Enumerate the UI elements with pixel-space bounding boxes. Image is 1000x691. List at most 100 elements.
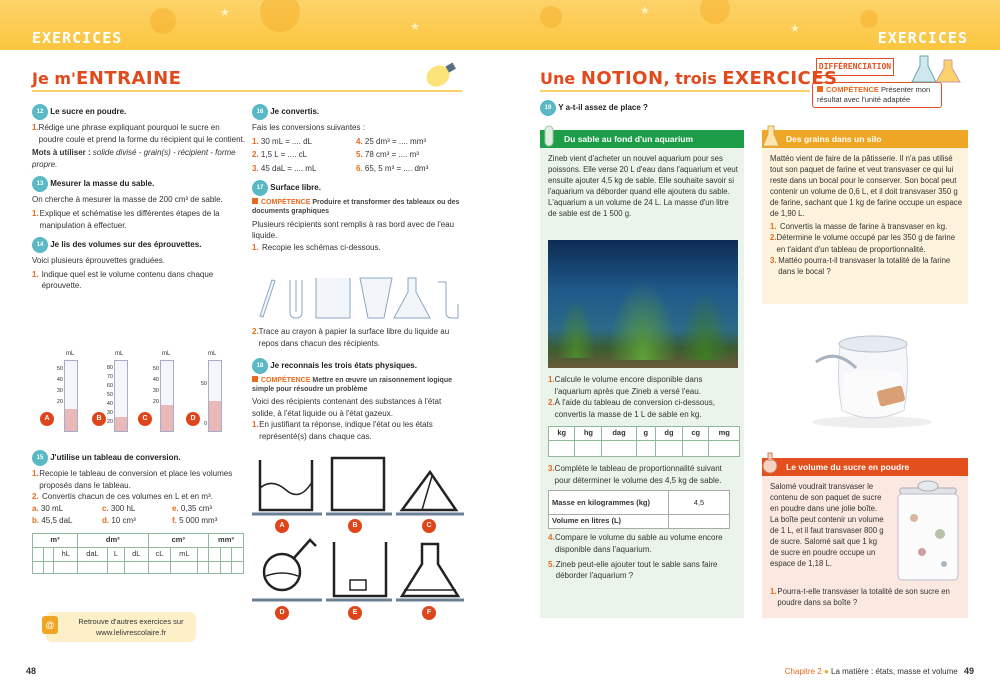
cylinder-a	[64, 360, 78, 432]
competence-label: COMPÉTENCE	[261, 199, 311, 207]
right-page-title: Une NOTION, trois EXERCICES	[540, 66, 838, 92]
exercise-title: Y a-t-il assez de place ?	[558, 103, 648, 113]
question-text: En justifiant ta réponse, indique l'état…	[259, 420, 433, 441]
glassware-drawings	[259, 277, 459, 319]
question-text: Convertis la masse de farine à transvase…	[780, 222, 948, 232]
beaker-icon	[315, 278, 351, 319]
round-flask-icon	[762, 452, 778, 474]
graduated-cylinders: A B C D mL mL mL mL 50 40 30 20 80 70 60 50 40 3…	[40, 348, 240, 432]
table-header: dg	[654, 426, 684, 442]
tick: 50	[106, 392, 113, 398]
volume-list: a. 30 mL c. 300 hL e. 0,35 cm³ b. 45,5 d…	[32, 503, 246, 527]
silo-title-bar: Des grains dans un silo	[762, 130, 968, 148]
exercise-title: Je lis des volumes sur des éprouvettes.	[50, 240, 202, 250]
cylinder-b	[114, 360, 128, 432]
item-value: 30 mL	[40, 503, 64, 513]
item-text: 30 mL = .... dL	[260, 136, 312, 146]
tilted-tube-icon	[259, 279, 276, 318]
states-drawings	[252, 456, 464, 602]
table-header: kg	[547, 426, 576, 442]
item-text: 25 dm³ = .... mm³	[364, 136, 427, 146]
exercise-number: 13	[32, 176, 48, 193]
table-header: m³	[32, 532, 78, 548]
question-text: Mattéo pourra-t-il transvaser la totalit…	[778, 255, 951, 276]
online-exercises-note[interactable]: @ Retrouve d'autres exercices sur www.le…	[42, 612, 196, 642]
question-text: Convertis chacun de ces volumes en L et …	[42, 492, 213, 502]
tick: 30	[56, 388, 63, 394]
tick: 70	[106, 374, 113, 380]
question-number: 4.	[548, 533, 555, 543]
item-number: 6.	[356, 163, 363, 173]
container-a-icon	[258, 460, 314, 512]
flask-d-icon	[262, 552, 302, 592]
question-number: 1.	[770, 587, 777, 596]
conical-glass-icon	[359, 277, 393, 319]
item-text: 45 daL = .... mL	[260, 163, 317, 173]
differentiation-badge: DIFFÉRENCIATION	[816, 58, 894, 76]
table-cell: cL	[147, 546, 172, 562]
table-cell: 4,5	[668, 490, 730, 516]
item-text: 1,5 L = .... cL	[260, 150, 308, 160]
question-number: 3.	[770, 255, 777, 265]
dot-separator: ●	[823, 667, 829, 676]
textbook-spread: { "header":{"left":"EXERCICES","right":"…	[0, 0, 1000, 691]
question-text: Calcule le volume encore disponible dans…	[554, 375, 703, 396]
bent-tube-icon	[438, 281, 459, 319]
table-header: mg	[708, 426, 740, 442]
exercise-intro: Fais les conversions suivantes :	[252, 123, 365, 132]
tick: 50	[152, 366, 159, 372]
at-icon: @	[42, 616, 58, 634]
state-label-a: A	[275, 519, 289, 533]
unit-label-b: mL	[115, 351, 124, 357]
left-column-2: 16 Je convertis. Fais les conversions su…	[252, 104, 466, 253]
sugar-title-bar: Le volume du sucre en poudre	[762, 458, 968, 476]
exercise-number: 16	[252, 104, 268, 120]
item-value: 5 000 mm³	[179, 516, 218, 526]
item-letter: d.	[102, 516, 110, 526]
chapter-title: La matière : états, masse et volume	[831, 667, 958, 676]
tick: 0	[203, 421, 207, 427]
state-label-c: C	[422, 519, 436, 533]
item-value: 300 hL	[110, 503, 136, 513]
item-number: 1.	[252, 136, 259, 146]
tube-icon	[544, 125, 554, 147]
table-header: cm³	[147, 532, 209, 548]
item-letter: e.	[172, 503, 179, 513]
unit-label-d: mL	[208, 351, 217, 357]
bullet-square	[252, 376, 258, 382]
question-number: 2.	[32, 492, 39, 502]
table-header: mm³	[207, 532, 245, 548]
conversion-table: m³ dm³ cm³ mm³ hL daL LdL cL mL	[32, 532, 245, 574]
tick: 60	[106, 383, 113, 389]
exercise-title: Surface libre.	[270, 183, 321, 193]
tick: 40	[106, 401, 113, 407]
state-label-f: F	[422, 606, 436, 620]
item-letter: c.	[102, 503, 109, 513]
question-text: Détermine le volume occupé par les 350 g…	[776, 233, 956, 254]
question-text: Recopie les schémas ci-dessous.	[262, 242, 381, 252]
exercise-number: 12	[32, 104, 48, 120]
title-underline-right	[540, 90, 810, 92]
silo-text: Mattéo vient de faire de la pâtisserie. …	[770, 154, 963, 219]
title-underline	[32, 90, 462, 92]
table-cell: hL	[53, 546, 78, 562]
aquarium-photo	[548, 240, 738, 368]
row-header: Masse en kilogrammes (kg)	[548, 490, 669, 516]
competence-label: COMPÉTENCE	[826, 85, 879, 94]
item-value: 45,5 daL	[41, 516, 73, 526]
question-text: Compare le volume du sable au volume enc…	[554, 533, 723, 554]
exercise-15: 15 J'utilise un tableau de conversion. 1…	[32, 450, 246, 574]
tick: 40	[152, 377, 159, 383]
state-label-b: B	[348, 519, 362, 533]
question-number: 3.	[548, 464, 555, 474]
exercise-title: Mesurer la masse du sable.	[50, 179, 155, 189]
proportionality-table: Masse en kilogrammes (kg) 4,5 Volume en l…	[548, 490, 730, 530]
item-number: 4.	[356, 136, 363, 146]
left-page-title: Je m'ENTRAINE	[32, 66, 181, 92]
item-letter: b.	[32, 516, 40, 526]
footer-right: Chapitre 2 ● La matière : états, masse e…	[785, 665, 974, 678]
page-number-left: 48	[26, 666, 37, 676]
table-cell: mL	[170, 546, 199, 562]
tick: 50	[56, 366, 63, 372]
exercise-17-q2: 2. Trace au crayon à papier la surface li…	[252, 326, 466, 349]
